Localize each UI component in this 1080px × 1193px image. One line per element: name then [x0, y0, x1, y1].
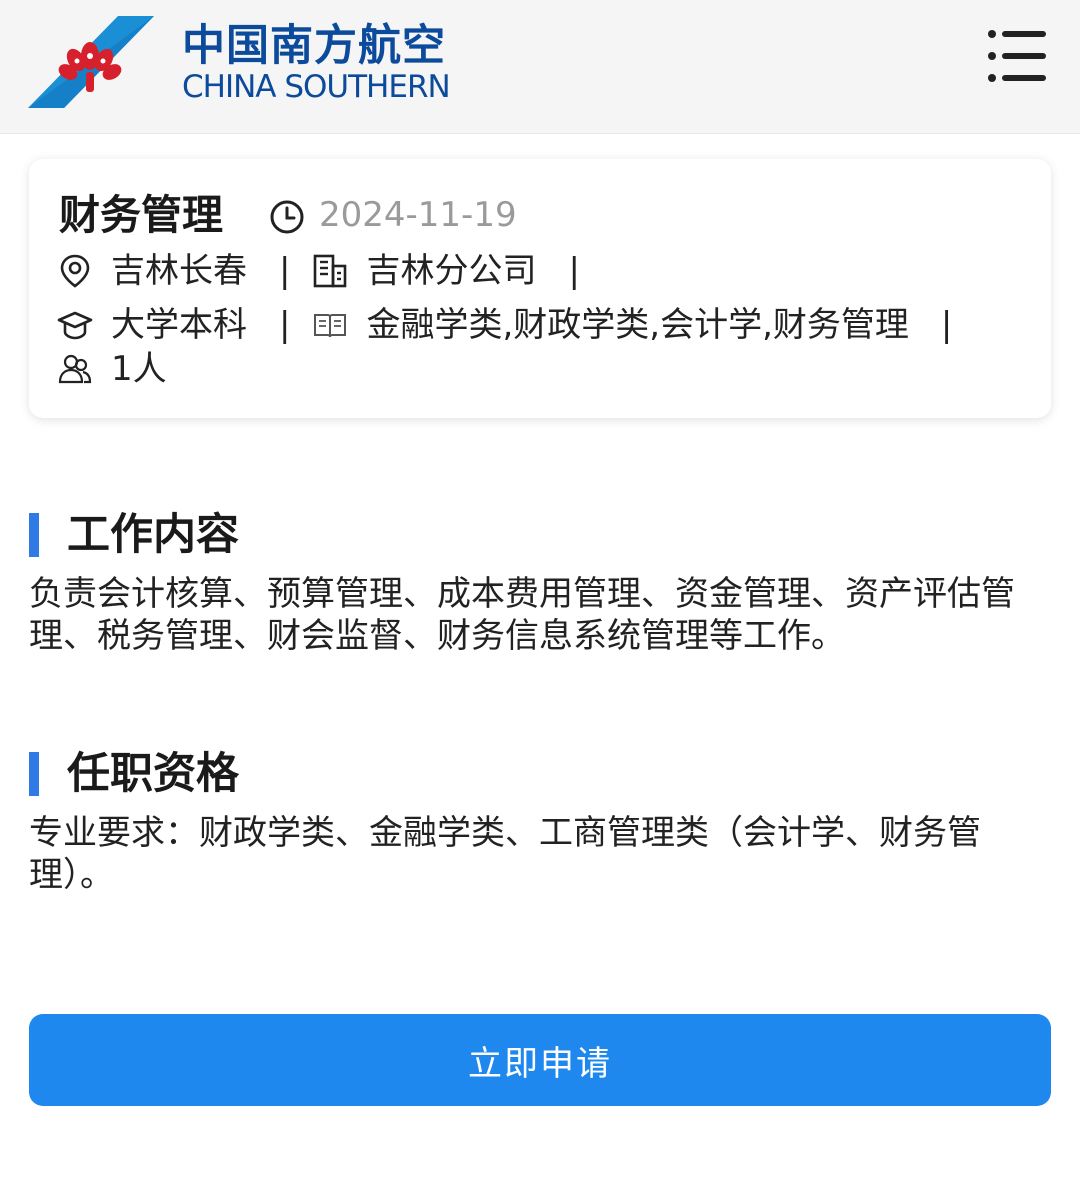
section-body-content: 负责会计核算、预算管理、成本费用管理、资金管理、资产评估管理、税务管理、财会监督… — [29, 574, 1015, 656]
book-icon — [314, 314, 347, 338]
clock-icon — [270, 200, 304, 234]
section-title-content: 工作内容 — [67, 510, 239, 560]
section-body-requirements: 专业要求：财政学类、金融学类、工商管理类（会计学、财务管理）。 — [29, 813, 981, 895]
job-headcount: 1人 — [111, 349, 167, 389]
job-meta-row-3: 1人 — [57, 345, 167, 393]
job-company: 吉林分公司 — [366, 251, 537, 291]
job-title: 财务管理 — [59, 191, 223, 239]
building-icon — [314, 254, 347, 288]
logo-chinese-name: 中国南方航空 — [182, 21, 446, 71]
section-header-content: 工作内容 — [29, 507, 239, 563]
location-pin-icon — [60, 254, 90, 288]
separator: | — [940, 305, 953, 345]
separator: | — [279, 251, 291, 291]
separator: | — [568, 251, 580, 291]
job-post-date: 2024-11-19 — [319, 195, 517, 235]
job-summary-card: 财务管理 2024-11-19 吉林长春 | 吉林分公司 | 大学本科 | 金融… — [29, 159, 1051, 418]
job-meta-row-2: 大学本科 | 金融学类,财政学类,会计学,财务管理 | — [57, 301, 974, 349]
apply-now-button[interactable]: 立即申请 — [29, 1014, 1051, 1106]
china-southern-logo-icon — [28, 16, 154, 108]
job-majors: 金融学类,财政学类,会计学,财务管理 — [366, 305, 909, 345]
section-title-requirements: 任职资格 — [67, 749, 239, 799]
menu-list-icon[interactable] — [984, 24, 1048, 88]
section-accent-bar — [29, 752, 39, 796]
logo-english-name: CHINA SOUTHERN — [182, 69, 451, 105]
people-icon — [58, 354, 92, 384]
job-meta-row-1: 吉林长春 | 吉林分公司 | — [57, 247, 602, 295]
section-header-requirements: 任职资格 — [29, 746, 239, 802]
graduation-cap-icon — [57, 311, 93, 340]
job-education: 大学本科 — [111, 305, 247, 345]
section-accent-bar — [29, 513, 39, 557]
separator: | — [279, 305, 291, 345]
app-header: 中国南方航空 CHINA SOUTHERN — [0, 0, 1080, 134]
job-location: 吉林长春 — [111, 251, 247, 291]
